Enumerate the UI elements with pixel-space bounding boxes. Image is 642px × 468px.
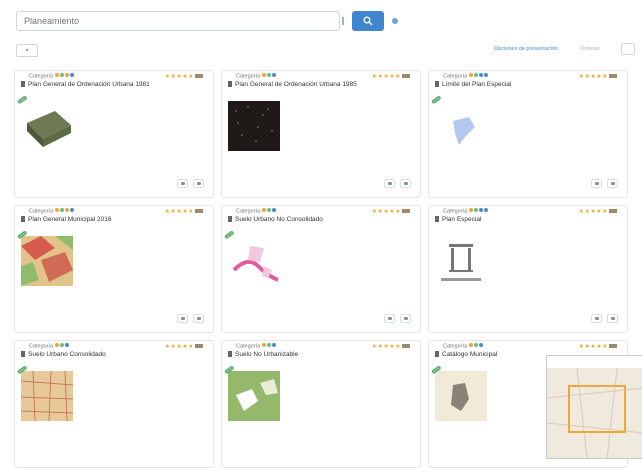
result-card[interactable]: Categoría ★★★★★ Suelo No Urbanizable <box>221 340 421 468</box>
view-icon[interactable] <box>193 314 204 323</box>
rating-stars: ★★★★★ <box>579 343 617 350</box>
edit-icon[interactable] <box>384 179 395 188</box>
card-category: Categoría <box>236 343 277 349</box>
map-canvas <box>547 368 642 458</box>
card-title[interactable]: Plan General de Ordenación Urbana 1981 <box>21 81 150 88</box>
card-thumbnail <box>228 236 280 286</box>
view-toggle-button[interactable] <box>621 43 635 55</box>
card-thumbnail <box>21 371 73 421</box>
search-divider <box>342 17 344 25</box>
edit-icon[interactable] <box>591 179 602 188</box>
result-card[interactable]: Categoría ★★★★★ Suelo Urbano Consolidado <box>14 340 214 468</box>
edit-icon[interactable] <box>177 314 188 323</box>
result-card[interactable]: Categoría ★★★★★ Plan General de Ordenaci… <box>221 70 421 198</box>
sort-link[interactable]: Ordenar <box>580 46 600 52</box>
search-options-icon[interactable] <box>392 18 398 24</box>
card-category: Categoría <box>29 208 75 214</box>
card-thumbnail <box>228 371 280 421</box>
category-icons <box>55 208 75 214</box>
display-options-link[interactable]: Opciones de presentación <box>494 46 558 52</box>
card-category: Categoría <box>236 208 277 214</box>
result-card[interactable]: Categoría ★★★★★ Suelo Urbano No Consolid… <box>221 205 421 333</box>
category-icons <box>262 208 277 214</box>
card-thumbnail <box>435 371 487 421</box>
card-title[interactable]: Plan General Municipal 2016 <box>21 216 111 223</box>
result-card[interactable]: Categoría ★★★★★ Límite del Plan Especial <box>428 70 628 198</box>
category-icons <box>55 343 70 349</box>
result-card[interactable]: Categoría ★★★★★ Plan Especial <box>428 205 628 333</box>
card-title[interactable]: Catálogo Municipal <box>435 351 497 358</box>
card-thumbnail <box>435 236 487 286</box>
map-preview[interactable] <box>546 355 642 459</box>
rating-stars: ★★★★★ <box>165 208 203 215</box>
view-icon[interactable] <box>193 179 204 188</box>
view-icon[interactable] <box>400 314 411 323</box>
search-input[interactable] <box>16 11 340 31</box>
card-thumbnail <box>435 101 487 151</box>
view-icon[interactable] <box>400 179 411 188</box>
card-category: Categoría <box>236 73 277 79</box>
category-icons <box>469 208 489 214</box>
search-icon <box>363 16 373 26</box>
rating-stars: ★★★★★ <box>165 73 203 80</box>
rating-stars: ★★★★★ <box>372 73 410 80</box>
filter-icon: ▾ <box>25 48 29 54</box>
edit-icon[interactable] <box>591 314 602 323</box>
card-thumbnail <box>21 101 73 151</box>
result-card[interactable]: Categoría ★★★★★ Plan General Municipal 2… <box>14 205 214 333</box>
rating-stars: ★★★★★ <box>372 343 410 350</box>
category-icons <box>262 343 277 349</box>
filter-button[interactable]: ▾ <box>16 44 38 57</box>
card-category: Categoría <box>443 208 489 214</box>
card-category: Categoría <box>29 73 75 79</box>
edit-icon[interactable] <box>177 179 188 188</box>
card-title[interactable]: Plan Especial <box>435 216 481 223</box>
card-title[interactable]: Suelo Urbano Consolidado <box>21 351 106 358</box>
rating-stars: ★★★★★ <box>165 343 203 350</box>
card-category: Categoría <box>443 343 484 349</box>
rating-stars: ★★★★★ <box>579 73 617 80</box>
result-card[interactable]: Categoría ★★★★★ Plan General de Ordenaci… <box>14 70 214 198</box>
card-thumbnail <box>21 236 73 286</box>
category-icons <box>262 73 277 79</box>
rating-stars: ★★★★★ <box>372 208 410 215</box>
category-icons <box>469 343 484 349</box>
search-button[interactable] <box>352 11 384 31</box>
card-category: Categoría <box>29 343 70 349</box>
category-icons <box>469 73 489 79</box>
card-title[interactable]: Plan General de Ordenación Urbana 1985 <box>228 81 357 88</box>
view-icon[interactable] <box>607 314 618 323</box>
category-icons <box>55 73 75 79</box>
view-icon[interactable] <box>607 179 618 188</box>
card-thumbnail <box>228 101 280 151</box>
rating-stars: ★★★★★ <box>579 208 617 215</box>
card-title[interactable]: Límite del Plan Especial <box>435 81 511 88</box>
card-title[interactable]: Suelo No Urbanizable <box>228 351 298 358</box>
card-title[interactable]: Suelo Urbano No Consolidado <box>228 216 323 223</box>
card-category: Categoría <box>443 73 489 79</box>
edit-icon[interactable] <box>384 314 395 323</box>
